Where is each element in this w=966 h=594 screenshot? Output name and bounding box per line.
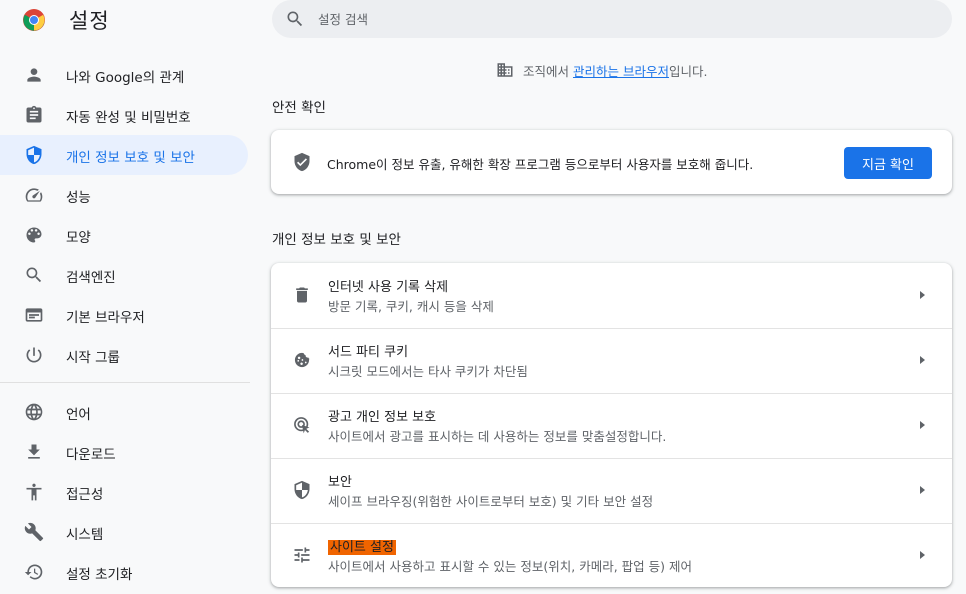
row-third-party-cookies[interactable]: 서드 파티 쿠키 시크릿 모드에서는 타사 쿠키가 차단됨 xyxy=(271,328,952,393)
palette-icon xyxy=(24,225,44,245)
sidebar-item-label: 시스템 xyxy=(66,527,104,543)
search-bar[interactable] xyxy=(272,0,952,38)
sidebar: 설정 나와 Google의 관계 자동 완성 및 비밀번호 개인 정보 보호 및… xyxy=(0,0,250,594)
sidebar-divider xyxy=(0,382,250,383)
row-title: 보안 xyxy=(328,475,352,490)
safety-section-title: 안전 확인 xyxy=(272,100,326,116)
settings-window: 설정 나와 Google의 관계 자동 완성 및 비밀번호 개인 정보 보호 및… xyxy=(0,0,966,594)
sidebar-item-accessibility[interactable]: 접근성 xyxy=(0,472,248,512)
highlighted-title: 사이트 설정 xyxy=(328,540,396,555)
sidebar-item-autofill[interactable]: 자동 완성 및 비밀번호 xyxy=(0,95,248,135)
building-icon xyxy=(496,61,514,79)
sidebar-item-label: 기본 브라우저 xyxy=(66,310,145,326)
row-title: 인터넷 사용 기록 삭제 xyxy=(328,280,449,295)
clipboard-icon xyxy=(24,105,44,125)
row-subtitle: 시크릿 모드에서는 타사 쿠키가 차단됨 xyxy=(328,364,528,379)
download-icon xyxy=(24,442,44,462)
sidebar-item-default-browser[interactable]: 기본 브라우저 xyxy=(0,295,248,335)
row-ad-privacy[interactable]: 광고 개인 정보 보호 사이트에서 광고를 표시하는 데 사용하는 정보를 맞춤… xyxy=(271,393,952,458)
sidebar-item-label: 모양 xyxy=(66,230,91,246)
globe-icon xyxy=(24,402,44,422)
sidebar-item-languages[interactable]: 언어 xyxy=(0,392,248,432)
sidebar-item-label: 접근성 xyxy=(66,487,104,503)
ad-privacy-icon xyxy=(292,415,312,435)
row-title: 사이트 설정 xyxy=(328,536,396,555)
brand-header: 설정 xyxy=(0,0,250,40)
safety-check-card: Chrome이 정보 유출, 유해한 확장 프로그램 등으로부터 사용자를 보호… xyxy=(271,130,952,194)
sidebar-item-label: 다운로드 xyxy=(66,447,116,463)
sidebar-item-appearance[interactable]: 모양 xyxy=(0,215,248,255)
sidebar-item-label: 설정 초기화 xyxy=(66,567,133,583)
row-divider xyxy=(271,458,952,459)
row-subtitle: 세이프 브라우징(위험한 사이트로부터 보호) 및 기타 보안 설정 xyxy=(328,494,654,509)
row-clear-browsing-data[interactable]: 인터넷 사용 기록 삭제 방문 기록, 쿠키, 캐시 등을 삭제 xyxy=(271,263,952,328)
sidebar-item-on-startup[interactable]: 시작 그룹 xyxy=(0,335,248,375)
security-shield-icon xyxy=(292,480,312,500)
safety-description: Chrome이 정보 유출, 유해한 확장 프로그램 등으로부터 사용자를 보호… xyxy=(327,157,754,172)
person-icon xyxy=(24,65,44,85)
sidebar-item-label: 언어 xyxy=(66,407,91,423)
sidebar-item-label: 검색엔진 xyxy=(66,270,116,286)
sidebar-item-you-and-google[interactable]: 나와 Google의 관계 xyxy=(0,55,248,95)
shield-check-icon xyxy=(292,152,312,172)
sidebar-item-label: 나와 Google의 관계 xyxy=(66,70,185,86)
sidebar-item-search-engine[interactable]: 검색엔진 xyxy=(0,255,248,295)
tune-icon xyxy=(292,545,312,565)
search-input[interactable] xyxy=(318,6,918,32)
privacy-section-title: 개인 정보 보호 및 보안 xyxy=(272,232,401,248)
chevron-right-icon xyxy=(916,287,928,303)
chevron-right-icon xyxy=(916,482,928,498)
browser-icon xyxy=(24,305,44,325)
managed-prefix: 조직에서 xyxy=(523,63,573,79)
sidebar-item-privacy[interactable]: 개인 정보 보호 및 보안 xyxy=(0,135,248,175)
chevron-right-icon xyxy=(916,352,928,368)
sidebar-item-label: 성능 xyxy=(66,190,91,206)
row-divider xyxy=(271,393,952,394)
power-icon xyxy=(24,345,44,365)
row-title: 서드 파티 쿠키 xyxy=(328,345,409,360)
wrench-icon xyxy=(24,522,44,542)
history-icon xyxy=(24,562,44,582)
check-now-button[interactable]: 지금 확인 xyxy=(844,147,932,179)
sidebar-item-downloads[interactable]: 다운로드 xyxy=(0,432,248,472)
row-divider xyxy=(271,328,952,329)
managed-browser-link[interactable]: 관리하는 브라우저 xyxy=(573,61,669,80)
search-icon xyxy=(285,9,305,29)
row-subtitle: 사이트에서 광고를 표시하는 데 사용하는 정보를 맞춤설정합니다. xyxy=(328,429,667,444)
sidebar-item-label: 시작 그룹 xyxy=(66,350,120,366)
managed-suffix: 입니다. xyxy=(668,63,708,79)
row-divider xyxy=(271,523,952,524)
row-title: 광고 개인 정보 보호 xyxy=(328,410,437,425)
page-title: 설정 xyxy=(69,9,110,33)
sidebar-item-label: 개인 정보 보호 및 보안 xyxy=(66,150,195,166)
sidebar-item-system[interactable]: 시스템 xyxy=(0,512,248,552)
managed-notice: 조직에서 관리하는 브라우저 입니다. xyxy=(496,60,707,80)
row-security[interactable]: 보안 세이프 브라우징(위험한 사이트로부터 보호) 및 기타 보안 설정 xyxy=(271,458,952,523)
chevron-right-icon xyxy=(916,417,928,433)
privacy-card: 인터넷 사용 기록 삭제 방문 기록, 쿠키, 캐시 등을 삭제 서드 파티 쿠… xyxy=(271,263,952,587)
trash-icon xyxy=(292,285,312,305)
row-site-settings[interactable]: 사이트 설정 사이트에서 사용하고 표시할 수 있는 정보(위치, 카메라, 팝… xyxy=(271,523,952,588)
sidebar-item-label: 자동 완성 및 비밀번호 xyxy=(66,110,191,126)
shield-icon xyxy=(24,145,44,165)
cookie-icon xyxy=(292,350,312,370)
sidebar-item-performance[interactable]: 성능 xyxy=(0,175,248,215)
search-icon xyxy=(24,265,44,285)
accessibility-icon xyxy=(24,482,44,502)
chrome-logo-icon xyxy=(22,8,46,32)
sidebar-item-reset[interactable]: 설정 초기화 xyxy=(0,552,248,592)
row-subtitle: 방문 기록, 쿠키, 캐시 등을 삭제 xyxy=(328,299,494,314)
row-subtitle: 사이트에서 사용하고 표시할 수 있는 정보(위치, 카메라, 팝업 등) 제어 xyxy=(328,559,692,574)
speedometer-icon xyxy=(24,185,44,205)
chevron-right-icon xyxy=(916,547,928,563)
